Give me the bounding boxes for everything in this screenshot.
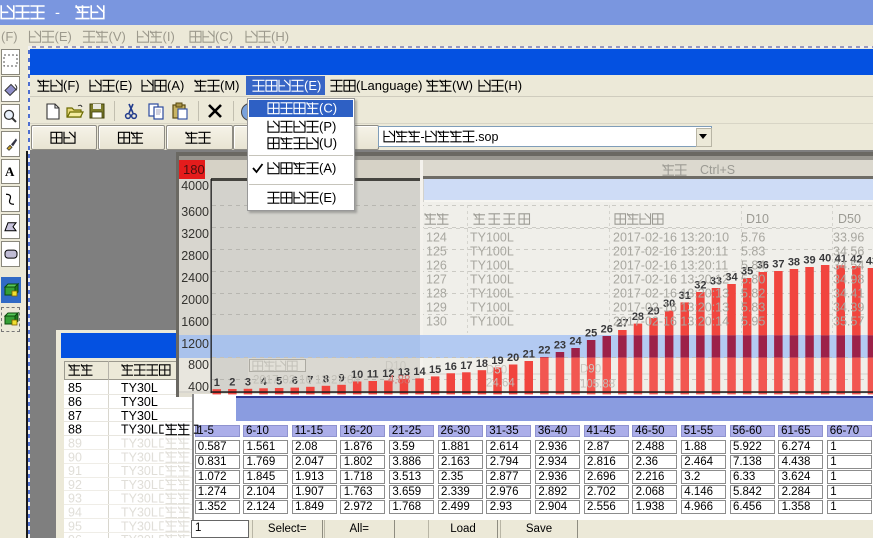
svg-text:(I): (I): [163, 29, 175, 44]
svg-text:(C): (C): [215, 29, 233, 44]
svg-text:(E): (E): [55, 29, 72, 44]
svg-text:(H): (H): [271, 29, 289, 44]
svg-text:(F): (F): [1, 29, 18, 44]
svg-text:(V): (V): [109, 29, 126, 44]
